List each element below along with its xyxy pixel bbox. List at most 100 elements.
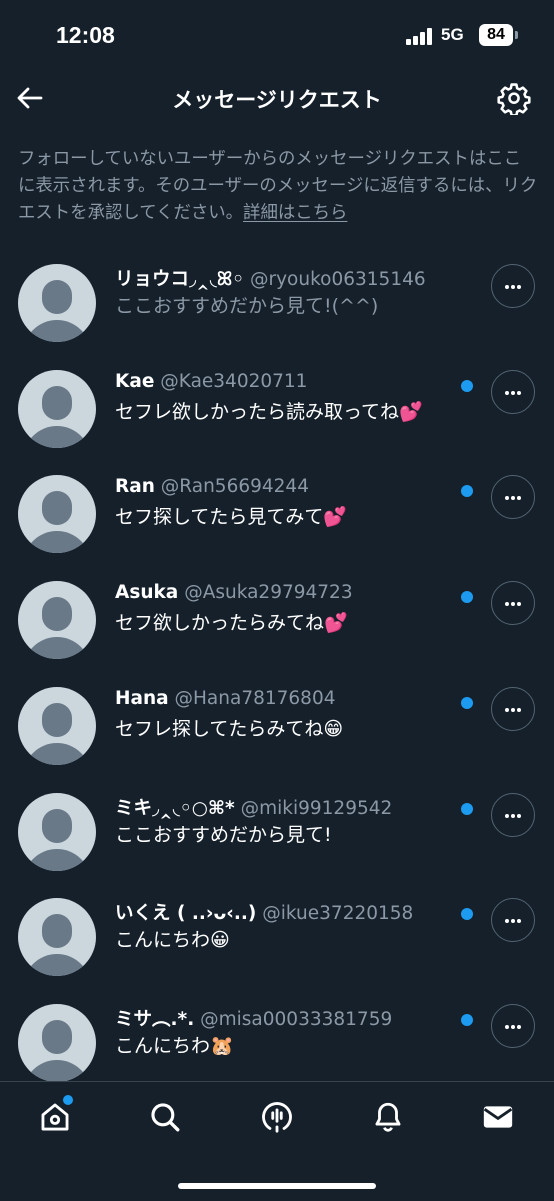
tab-notifications[interactable] bbox=[371, 1100, 405, 1134]
ellipsis-icon bbox=[505, 496, 509, 501]
display-name: Asuka bbox=[115, 582, 179, 604]
request-row[interactable]: ミキ◞‸◟◦○⌘* @miki99129542 ここおすすめだから見て! bbox=[0, 779, 554, 884]
ellipsis-icon bbox=[505, 919, 509, 924]
cellular-signal-icon bbox=[406, 27, 434, 45]
mail-icon bbox=[483, 1106, 513, 1128]
request-row[interactable]: リョウコ◞‸◟ꕤ◦ @ryouko06315146 ここおすすめだから見て!(^^… bbox=[0, 250, 554, 355]
ellipsis-dot bbox=[511, 707, 515, 712]
default-avatar-head bbox=[42, 280, 72, 314]
message-preview: セフレ探してたらみてね😁 bbox=[115, 717, 344, 740]
ellipsis-dot bbox=[511, 390, 515, 395]
battery-tip bbox=[515, 31, 518, 39]
unread-dot bbox=[461, 802, 473, 815]
spaces-icon bbox=[262, 1102, 292, 1133]
gear-icon bbox=[497, 83, 531, 117]
more-options-button[interactable] bbox=[491, 792, 535, 837]
user-handle: @Hana78176804 bbox=[174, 687, 336, 709]
home-indicator bbox=[178, 1183, 376, 1189]
avatar[interactable] bbox=[18, 264, 96, 342]
avatar[interactable] bbox=[18, 898, 96, 977]
default-avatar-head bbox=[42, 914, 72, 949]
avatar[interactable] bbox=[18, 686, 96, 765]
more-options-button[interactable] bbox=[491, 1003, 535, 1048]
sender-line: リョウコ◞‸◟ꕤ◦ @ryouko06315146 bbox=[115, 265, 426, 291]
settings-button[interactable] bbox=[497, 81, 531, 117]
page-title: メッセージリクエスト bbox=[172, 88, 382, 112]
default-avatar-head bbox=[42, 808, 72, 843]
user-handle: @Ran56694244 bbox=[160, 476, 309, 498]
tab-spaces[interactable] bbox=[260, 1100, 294, 1134]
unread-dot bbox=[461, 1013, 473, 1026]
request-notice: フォローしていないユーザーからのメッセージリクエストはここに表示されます。そのユ… bbox=[18, 146, 538, 227]
sender-line: Ran @Ran56694244 bbox=[115, 476, 309, 497]
default-avatar-head bbox=[42, 702, 72, 737]
more-options-button[interactable] bbox=[491, 264, 535, 308]
more-options-button[interactable] bbox=[491, 475, 535, 520]
default-avatar-body bbox=[23, 637, 91, 660]
message-preview: セフ欲しかったらみてね💕 bbox=[115, 612, 348, 635]
display-name: リョウコ◞‸◟ꕤ◦ bbox=[115, 269, 245, 290]
avatar[interactable] bbox=[18, 581, 96, 660]
unread-dot bbox=[461, 485, 473, 498]
sender-line: Kae @Kae34020711 bbox=[115, 371, 307, 392]
default-avatar-body bbox=[23, 531, 91, 554]
display-name: ミキ◞‸◟◦○⌘* bbox=[115, 797, 235, 819]
message-preview: セフレ欲しかったら読み取ってね💕 bbox=[115, 400, 423, 423]
request-row[interactable]: Ran @Ran56694244 セフ探してたら見てみて💕 bbox=[0, 461, 554, 566]
display-name: Kae bbox=[115, 370, 155, 392]
message-preview: ここおすすめだから見て!(^^) bbox=[115, 295, 379, 317]
sender-line: ミサ︵.*. @misa00033381759 bbox=[115, 1005, 392, 1031]
top-bar: メッセージリクエスト bbox=[0, 76, 554, 122]
ellipsis-dot bbox=[511, 496, 515, 501]
default-avatar-body bbox=[23, 848, 91, 871]
request-row[interactable]: ミサ︵.*. @misa00033381759 こんにちわ🐹 bbox=[0, 990, 554, 1095]
default-avatar-body bbox=[23, 425, 91, 448]
avatar[interactable] bbox=[18, 369, 96, 448]
tab-search[interactable] bbox=[148, 1100, 182, 1134]
request-row[interactable]: Kae @Kae34020711 セフレ欲しかったら読み取ってね💕 bbox=[0, 356, 554, 461]
default-avatar-head bbox=[42, 385, 72, 420]
request-row[interactable]: Hana @Hana78176804 セフレ探してたらみてね😁 bbox=[0, 673, 554, 778]
default-avatar-head bbox=[42, 597, 72, 632]
message-preview: ここおすすめだから見て! bbox=[115, 823, 332, 846]
avatar[interactable] bbox=[18, 792, 96, 871]
ellipsis-dot bbox=[517, 707, 521, 712]
default-avatar-head bbox=[42, 1019, 72, 1054]
sender-line: Hana @Hana78176804 bbox=[115, 688, 336, 709]
ellipsis-dot bbox=[517, 813, 521, 818]
ellipsis-dot bbox=[511, 1024, 515, 1029]
user-handle: @ryouko06315146 bbox=[250, 269, 426, 290]
user-handle: @Asuka29794723 bbox=[184, 582, 353, 604]
default-avatar-body bbox=[23, 742, 91, 765]
unread-dot bbox=[461, 696, 473, 709]
ellipsis-icon bbox=[505, 707, 509, 712]
request-row[interactable]: Asuka @Asuka29794723 セフ欲しかったらみてね💕 bbox=[0, 567, 554, 672]
more-options-button[interactable] bbox=[491, 581, 535, 626]
user-handle: @miki99129542 bbox=[240, 797, 393, 819]
display-name: Hana bbox=[115, 687, 169, 709]
battery-icon: 84 bbox=[479, 24, 513, 46]
learn-more-link[interactable]: 詳細はこちら bbox=[243, 203, 347, 223]
ellipsis-dot bbox=[517, 1024, 521, 1029]
avatar[interactable] bbox=[18, 475, 96, 554]
ellipsis-icon bbox=[505, 602, 509, 607]
more-options-button[interactable] bbox=[491, 686, 535, 731]
ellipsis-dot bbox=[511, 919, 515, 924]
avatar[interactable] bbox=[18, 1003, 96, 1082]
clock: 12:08 bbox=[56, 22, 115, 48]
unread-dot bbox=[461, 908, 473, 921]
more-options-button[interactable] bbox=[491, 369, 535, 414]
request-row[interactable]: いくえ ( ..›ᴗ‹..) @ikue37220158 こんにちわ😀 bbox=[0, 884, 554, 989]
bell-icon bbox=[375, 1102, 401, 1132]
tab-messages[interactable] bbox=[481, 1100, 515, 1134]
default-avatar-body bbox=[23, 954, 91, 977]
display-name: ミサ︵.*. bbox=[115, 1008, 195, 1030]
ellipsis-dot bbox=[511, 602, 515, 607]
status-bar: 12:08 5G 84 bbox=[0, 0, 554, 76]
ellipsis-dot bbox=[517, 390, 521, 395]
network-type: 5G bbox=[441, 25, 464, 44]
ellipsis-icon bbox=[505, 1024, 509, 1029]
more-options-button[interactable] bbox=[491, 898, 535, 943]
message-preview: セフ探してたら見てみて💕 bbox=[115, 506, 348, 529]
default-avatar-body bbox=[23, 1059, 91, 1082]
